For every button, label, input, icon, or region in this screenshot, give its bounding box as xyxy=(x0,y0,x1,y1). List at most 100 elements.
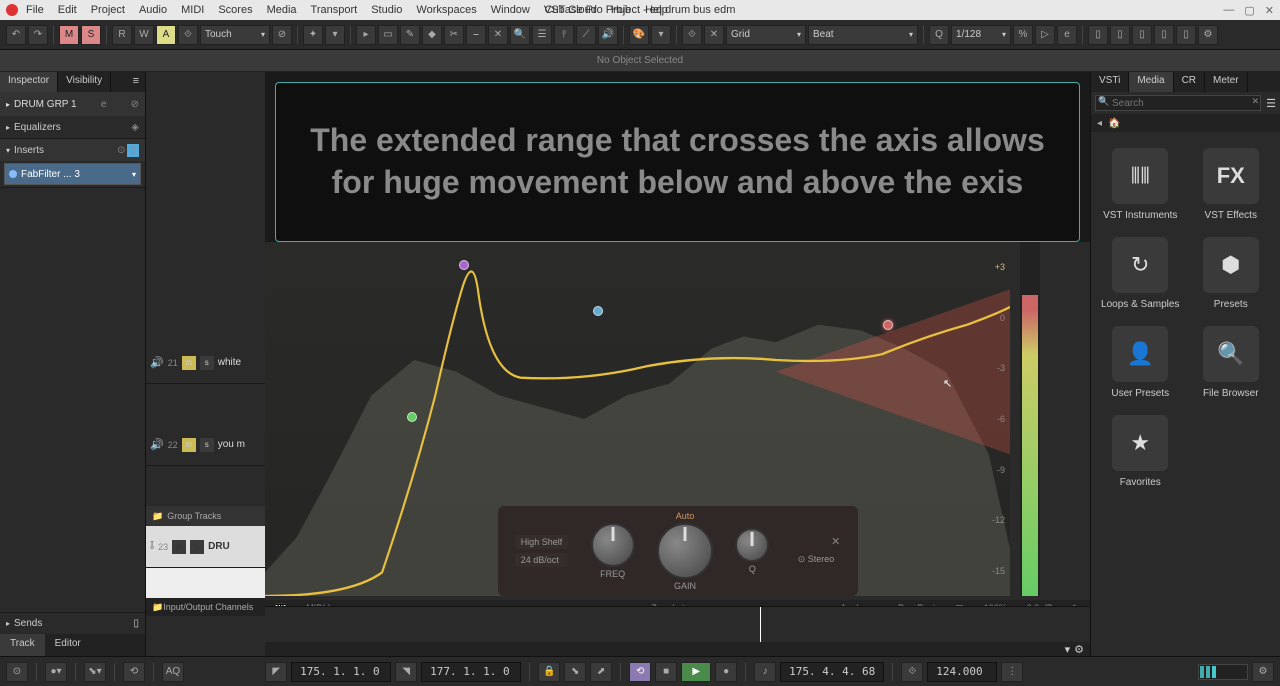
inserts-header[interactable]: ▾ Inserts ⊙ ▯ xyxy=(0,139,145,161)
write-automation-button[interactable]: W xyxy=(134,25,154,45)
tile-vst-effects[interactable]: FX VST Effects xyxy=(1192,148,1271,221)
insert-slot-1[interactable]: FabFilter ... 3 ▾ xyxy=(4,163,141,185)
tile-favorites[interactable]: ★ Favorites xyxy=(1101,415,1180,488)
inserts-bypass-icon[interactable]: ⊙ xyxy=(117,145,125,156)
speaker-icon[interactable]: 🔊 xyxy=(150,438,164,451)
tempo-display[interactable]: 124.000 xyxy=(927,662,997,682)
equalizers-header[interactable]: ▸ Equalizers ◈ xyxy=(0,116,145,138)
gear-icon[interactable]: ⚙ xyxy=(1074,643,1084,656)
layout-2-icon[interactable]: ▯ xyxy=(1110,25,1130,45)
split-tool[interactable]: ✂ xyxy=(444,25,464,45)
range-tool[interactable]: ▭ xyxy=(378,25,398,45)
read-automation-button[interactable]: R xyxy=(112,25,132,45)
inspector-menu-icon[interactable]: ≡ xyxy=(127,72,145,92)
automation-button[interactable]: A xyxy=(156,25,176,45)
layout-3-icon[interactable]: ▯ xyxy=(1132,25,1152,45)
menu-audio[interactable]: Audio xyxy=(139,4,167,16)
record-mode-button[interactable]: ●▾ xyxy=(45,662,67,682)
undo-button[interactable]: ↶ xyxy=(6,25,26,45)
auto-label[interactable]: Auto xyxy=(676,511,695,521)
left-locator-display[interactable]: 175. 1. 1. 0 xyxy=(291,662,391,682)
menu-scores[interactable]: Scores xyxy=(218,4,252,16)
mute-button[interactable]: m xyxy=(172,540,186,554)
freq-knob[interactable] xyxy=(591,523,635,567)
suspend-button[interactable]: ⊘ xyxy=(272,25,292,45)
menu-media[interactable]: Media xyxy=(267,4,297,16)
gear-icon[interactable]: ⚙ xyxy=(1252,662,1274,682)
bypass-icon[interactable]: ⊘ xyxy=(131,99,139,110)
solo-button[interactable]: S xyxy=(81,25,101,45)
constrain-toggle[interactable]: ✕ xyxy=(704,25,724,45)
tile-loops-samples[interactable]: ↻ Loops & Samples xyxy=(1101,237,1180,310)
speaker-icon[interactable]: 🔊 xyxy=(150,356,164,369)
sends-header[interactable]: ▸ Sends ▯ xyxy=(0,612,145,634)
right-locator-display[interactable]: 177. 1. 1. 0 xyxy=(421,662,521,682)
menu-transport[interactable]: Transport xyxy=(311,4,358,16)
band-close-icon[interactable]: ✕ xyxy=(831,535,840,548)
list-view-icon[interactable]: ☰ xyxy=(1266,97,1276,110)
tab-track[interactable]: Track xyxy=(0,634,45,656)
line-tool[interactable]: ⟋ xyxy=(576,25,596,45)
mute-button[interactable]: m xyxy=(182,438,196,452)
position-display[interactable]: 175. 4. 4. 68 xyxy=(780,662,884,682)
menu-studio[interactable]: Studio xyxy=(371,4,402,16)
tempo-track-button[interactable]: ⟐ xyxy=(901,662,923,682)
tool-menu-icon[interactable]: ✦ xyxy=(303,25,323,45)
track-row-selected[interactable]: ⫱ 23 m s DRU xyxy=(146,526,265,568)
tab-vsti[interactable]: VSTi xyxy=(1091,72,1129,92)
comp-tool[interactable]: ☰ xyxy=(532,25,552,45)
inserts-active-icon[interactable]: ▯ xyxy=(127,144,139,157)
glue-tool[interactable]: ⎯ xyxy=(466,25,486,45)
play-tool[interactable]: 🔊 xyxy=(598,25,618,45)
record-button[interactable]: ● xyxy=(715,662,737,682)
tab-editor[interactable]: Editor xyxy=(45,634,91,656)
color-dropdown-icon[interactable]: ▾ xyxy=(651,25,671,45)
solo-button[interactable]: s xyxy=(200,356,214,370)
draw-tool[interactable]: ✎ xyxy=(400,25,420,45)
chevron-down-icon[interactable]: ▾ xyxy=(1065,643,1071,656)
edit-icon[interactable]: e xyxy=(101,99,107,110)
quantize-icon[interactable]: Q xyxy=(929,25,949,45)
track-row[interactable]: 🔊 21 m s white xyxy=(146,342,265,384)
automation-mode-select[interactable]: Touch xyxy=(200,25,270,45)
mute-button[interactable]: M xyxy=(59,25,79,45)
menu-edit[interactable]: Edit xyxy=(58,4,77,16)
snap-mode-select[interactable]: Grid xyxy=(726,25,806,45)
solo-button[interactable]: s xyxy=(190,540,204,554)
insert-power-icon[interactable] xyxy=(9,170,17,178)
tab-inspector[interactable]: Inspector xyxy=(0,72,58,92)
snap-toggle[interactable]: ⟐ xyxy=(682,25,702,45)
tile-vst-instruments[interactable]: ⦀⦀ VST Instruments xyxy=(1101,148,1180,221)
pointer-tool[interactable]: ▸ xyxy=(356,25,376,45)
tab-meter[interactable]: Meter xyxy=(1205,72,1248,92)
search-input[interactable] xyxy=(1095,95,1261,111)
group-tracks-folder[interactable]: 📁 Group Tracks xyxy=(146,506,265,526)
play-button[interactable]: ▶ xyxy=(681,662,711,682)
quantize-panel-icon[interactable]: ▷ xyxy=(1035,25,1055,45)
band-type-select[interactable]: High Shelf xyxy=(515,535,569,549)
chevron-down-icon[interactable]: ▾ xyxy=(325,25,345,45)
punch-in-button[interactable]: ⬊▾ xyxy=(84,662,106,682)
tile-presets[interactable]: ⬢ Presets xyxy=(1192,237,1271,310)
left-locator-icon[interactable]: ◤ xyxy=(265,662,287,682)
erase-tool[interactable]: ◆ xyxy=(422,25,442,45)
maximize-button[interactable]: ▢ xyxy=(1244,4,1254,17)
right-locator-icon[interactable]: ◥ xyxy=(395,662,417,682)
color-tool[interactable]: 🎨 xyxy=(629,25,649,45)
options-icon[interactable]: ⋮ xyxy=(1001,662,1023,682)
menu-workspaces[interactable]: Workspaces xyxy=(416,4,476,16)
home-icon[interactable]: 🏠 xyxy=(1108,118,1120,129)
io-channels-row[interactable]: 📁 Input/Output Channels xyxy=(146,598,265,616)
stop-button[interactable]: ■ xyxy=(655,662,677,682)
solo-button[interactable]: s xyxy=(200,438,214,452)
clear-icon[interactable]: ✕ xyxy=(1252,96,1260,107)
tile-user-presets[interactable]: 👤 User Presets xyxy=(1101,326,1180,399)
tab-cr[interactable]: CR xyxy=(1174,72,1205,92)
track-row[interactable]: 🔊 22 m s you m xyxy=(146,424,265,466)
quantize-settings-icon[interactable]: e xyxy=(1057,25,1077,45)
quantize-select[interactable]: 1/128 xyxy=(951,25,1011,45)
punch-button[interactable]: 🔒 xyxy=(538,662,560,682)
eq-band-1-node[interactable] xyxy=(407,412,417,422)
zoom-tool[interactable]: 🔍 xyxy=(510,25,530,45)
band-slope-select[interactable]: 24 dB/oct xyxy=(515,553,569,567)
